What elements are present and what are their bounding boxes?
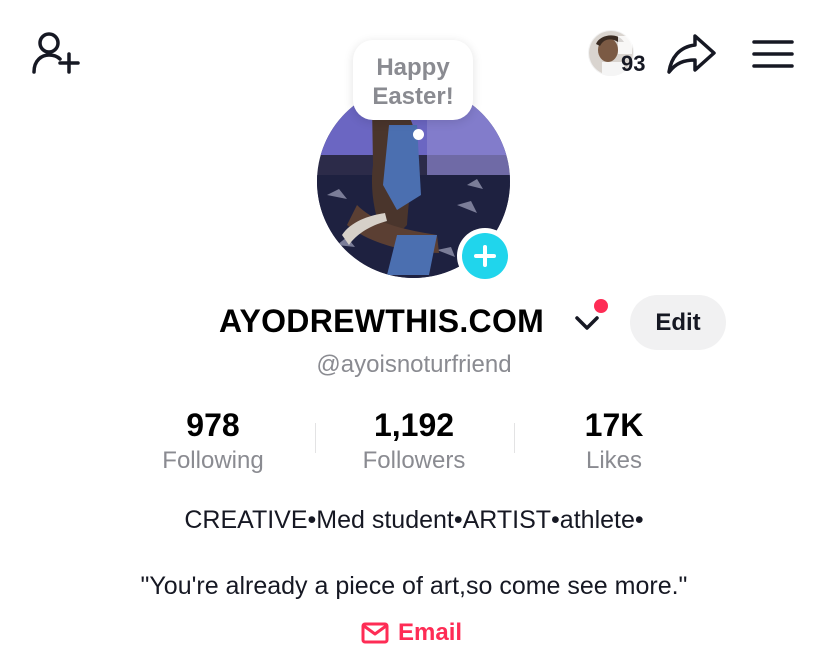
envelope-icon — [361, 622, 389, 644]
following-count: 978 — [186, 407, 240, 443]
following-label: Following — [162, 447, 264, 474]
stat-following[interactable]: 978 Following — [133, 405, 293, 476]
followers-label: Followers — [362, 447, 466, 474]
plus-icon — [462, 233, 508, 279]
bio-line-2: "You're already a piece of art,so come s… — [140, 572, 688, 600]
username: @ayoisnoturfriend — [316, 351, 512, 378]
display-name[interactable]: AYODREWTHIS.COM — [219, 303, 544, 340]
followers-count: 1,192 — [373, 407, 455, 443]
add-story-button[interactable] — [457, 228, 513, 284]
friends-count-badge: 93 — [621, 51, 646, 76]
profile-note-bubble[interactable]: Happy Easter! — [353, 40, 473, 120]
edit-profile-button[interactable]: Edit — [630, 295, 726, 350]
menu-button[interactable] — [751, 38, 795, 72]
notification-dot — [594, 299, 608, 313]
note-tail-dot — [413, 129, 424, 140]
account-switch-button[interactable] — [572, 312, 602, 334]
share-arrow-icon — [667, 34, 716, 74]
likes-label: Likes — [585, 447, 643, 474]
stat-followers[interactable]: 1,192 Followers — [334, 405, 494, 476]
stat-divider — [514, 423, 515, 453]
add-friend-button[interactable] — [28, 28, 84, 80]
stat-likes[interactable]: 17K Likes — [534, 405, 694, 476]
email-link[interactable]: Email — [361, 616, 462, 650]
hamburger-menu-icon — [752, 40, 794, 68]
email-label: Email — [398, 619, 463, 646]
note-text: Happy Easter! — [372, 54, 454, 110]
stat-divider — [315, 423, 316, 453]
likes-count: 17K — [584, 407, 644, 443]
share-button[interactable] — [664, 30, 718, 78]
bio-line-1: CREATIVE•Med student•ARTIST•athlete• — [184, 506, 644, 534]
person-add-icon — [32, 32, 80, 74]
chevron-down-icon — [575, 316, 599, 330]
